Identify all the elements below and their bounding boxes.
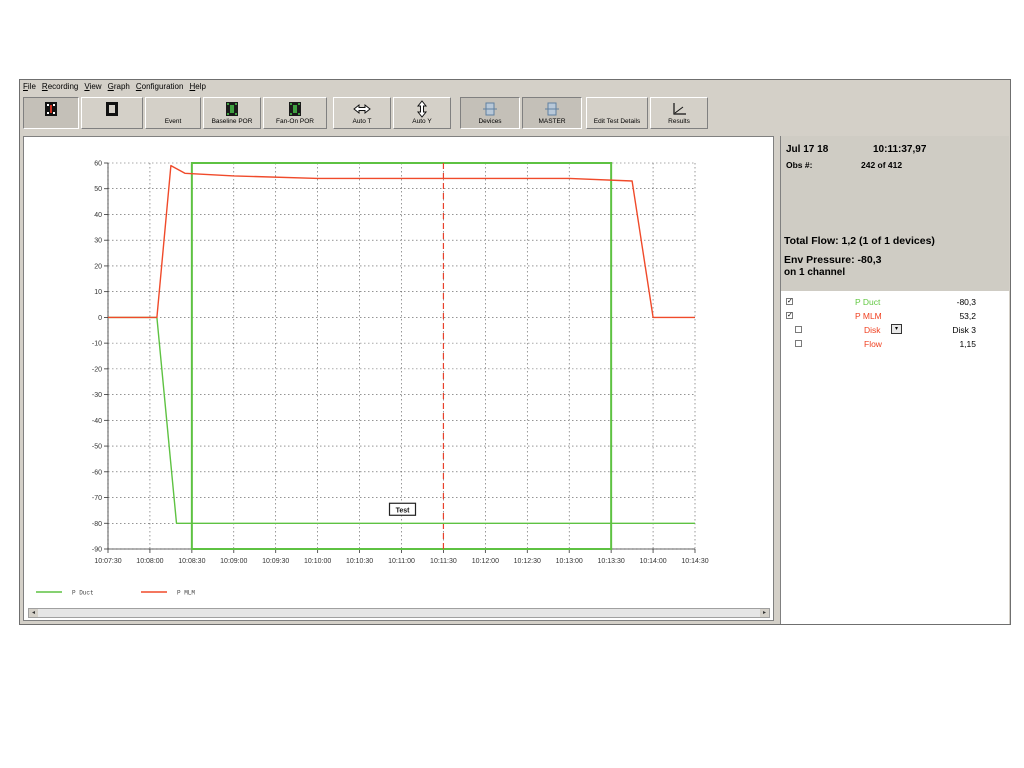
edit-test-details-button[interactable]: Edit Test Details	[586, 97, 648, 129]
x-tick-label: 10:14:00	[639, 558, 666, 565]
channel-checkbox-flow[interactable]	[795, 340, 802, 347]
event-button[interactable]: Event	[145, 97, 201, 129]
channel-value: Disk 3	[952, 325, 976, 335]
x-tick-label: 10:09:00	[220, 558, 247, 565]
obs-value: 242 of 412	[861, 160, 903, 170]
y-tick-label: 10	[94, 289, 102, 296]
pressure-chart[interactable]: 60 50 40 30 20 10 0 -10 -20 -30 -40 -50 -60 -70 -80 -90…	[24, 137, 773, 620]
disk-selector-icon[interactable]: ▾	[891, 324, 902, 334]
x-tick-label: 10:08:30	[178, 558, 205, 565]
graph-panel[interactable]: 60 50 40 30 20 10 0 -10 -20 -30 -40 -50 -60 -70 -80 -90…	[23, 136, 774, 621]
y-tick-label: -50	[92, 444, 102, 451]
env-channel-readout: on 1 channel	[784, 267, 846, 278]
info-box: Jul 17 18 10:11:37,97 Obs #: 242 of 412 …	[781, 136, 1009, 291]
total-flow-readout: Total Flow: 1,2 (1 of 1 devices)	[784, 235, 935, 247]
y-tick-label: -40	[92, 418, 102, 425]
devices-icon	[461, 100, 519, 118]
annotation-label: Test	[396, 507, 411, 514]
stop-icon	[82, 100, 142, 118]
x-tick-label: 10:10:30	[346, 558, 373, 565]
menu-view[interactable]: View	[81, 80, 104, 91]
scroll-left-icon[interactable]: ◂	[29, 609, 38, 617]
y-tick-label: -30	[92, 392, 102, 399]
x-tick-label: 10:10:00	[304, 558, 331, 565]
y-tick-label: -60	[92, 469, 102, 476]
results-chart-icon	[651, 100, 707, 118]
horizontal-scrollbar[interactable]: ◂ ▸	[28, 608, 770, 618]
menu-bar: File Recording View Graph Configuration Help	[20, 80, 1010, 94]
channel-value: 53,2	[959, 311, 976, 321]
auto-y-button[interactable]: Auto Y	[393, 97, 451, 129]
channel-value: 1,15	[959, 339, 976, 349]
toolbar: Event Baseline POR Fan-On POR Auto T Aut…	[20, 95, 1010, 129]
channel-checkbox-p-mlm[interactable]: ✓	[786, 312, 793, 319]
channel-name: P Duct	[855, 297, 881, 307]
menu-file[interactable]: File	[20, 80, 39, 91]
baseline-por-button[interactable]: Baseline POR	[203, 97, 261, 129]
channel-value: -80,3	[956, 297, 976, 307]
devices-button[interactable]: Devices	[460, 97, 520, 129]
record-button[interactable]	[23, 97, 79, 129]
y-tick-label: 40	[94, 212, 102, 219]
y-tick-label: 20	[94, 263, 102, 270]
channel-row-flow: Flow 1,15	[781, 338, 1009, 351]
status-panel: Jul 17 18 10:11:37,97 Obs #: 242 of 412 …	[780, 136, 1009, 624]
y-tick-label: -80	[92, 521, 102, 528]
y-tick-label: 60	[94, 161, 102, 168]
master-button[interactable]: MASTER	[522, 97, 582, 129]
y-tick-label: -20	[92, 366, 102, 373]
channel-row-p-duct: ✓ P Duct -80,3	[781, 296, 1009, 309]
time-readout: 10:11:37,97	[873, 144, 927, 155]
x-tick-label: 10:07:30	[94, 558, 121, 565]
y-tick-label: -70	[92, 495, 102, 502]
record-red-icon	[24, 100, 78, 118]
env-pressure-readout: Env Pressure: -80,3	[784, 254, 882, 266]
fan-on-por-button[interactable]: Fan-On POR	[263, 97, 327, 129]
horizontal-arrows-icon	[334, 100, 390, 118]
auto-t-button[interactable]: Auto T	[333, 97, 391, 129]
x-tick-label: 10:13:30	[598, 558, 625, 565]
application-window: File Recording View Graph Configuration Help …	[19, 79, 1011, 625]
y-tick-label: 50	[94, 186, 102, 193]
x-tick-label: 10:12:00	[472, 558, 499, 565]
x-tick-label: 10:08:00	[136, 558, 163, 565]
channel-row-p-mlm: ✓ P MLM 53,2	[781, 310, 1009, 323]
y-tick-label: -10	[92, 341, 102, 348]
date-readout: Jul 17 18	[786, 144, 829, 155]
film-strip-icon	[264, 100, 326, 118]
y-tick-label: -90	[92, 547, 102, 554]
x-tick-label: 10:12:30	[514, 558, 541, 565]
y-tick-label: 0	[98, 315, 102, 322]
legend-label: P MLM	[177, 590, 195, 597]
y-tick-label: 30	[94, 238, 102, 245]
channel-name: P MLM	[855, 311, 882, 321]
x-tick-label: 10:14:30	[681, 558, 708, 565]
channel-name: Disk	[864, 325, 881, 335]
menu-help[interactable]: Help	[186, 80, 208, 91]
results-button[interactable]: Results	[650, 97, 708, 129]
x-tick-label: 10:11:30	[430, 558, 457, 565]
channel-checkbox-disk[interactable]	[795, 326, 802, 333]
obs-label: Obs #:	[786, 160, 813, 170]
film-strip-icon	[204, 100, 260, 118]
scroll-right-icon[interactable]: ▸	[760, 609, 769, 617]
channel-name: Flow	[864, 339, 882, 349]
menu-graph[interactable]: Graph	[105, 80, 133, 91]
vertical-arrows-icon	[394, 100, 450, 118]
legend-label: P Duct	[72, 590, 94, 597]
x-tick-label: 10:11:00	[388, 558, 415, 565]
x-tick-label: 10:13:00	[556, 558, 583, 565]
master-icon	[523, 100, 581, 118]
menu-configuration[interactable]: Configuration	[133, 80, 187, 91]
x-tick-label: 10:09:30	[262, 558, 289, 565]
stop-button[interactable]	[81, 97, 143, 129]
channel-row-disk: Disk ▾ Disk 3	[781, 324, 1009, 337]
channel-checkbox-p-duct[interactable]: ✓	[786, 298, 793, 305]
menu-recording[interactable]: Recording	[39, 80, 81, 91]
